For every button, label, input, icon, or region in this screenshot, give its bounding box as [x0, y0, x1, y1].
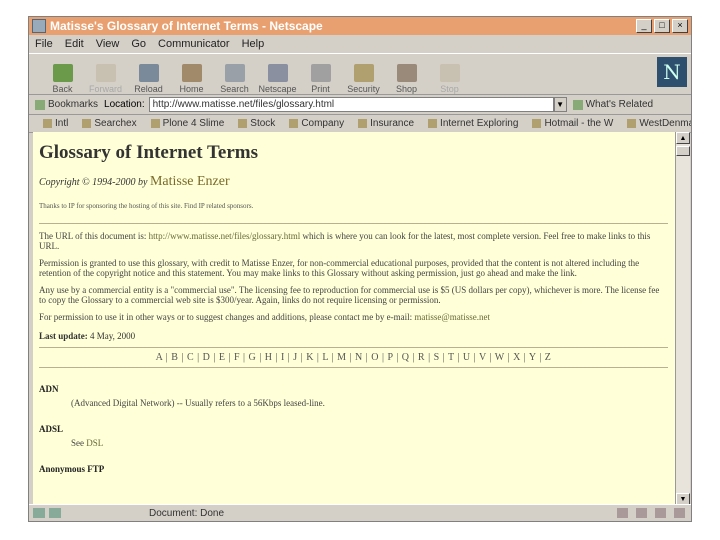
stop-button[interactable]: Stop [428, 64, 471, 94]
commercial-use-paragraph: Any use by a commercial entity is a "com… [39, 285, 660, 305]
page-content: Glossary of Internet Terms Copyright © 1… [33, 132, 676, 505]
netscape-button[interactable]: Netscape [256, 64, 299, 94]
navigation-toolbar: Back Forward Reload Home Search Netscape Print… [29, 53, 691, 95]
menu-view[interactable]: View [96, 38, 120, 50]
personal-bookmark-item[interactable]: Company [289, 118, 344, 129]
home-icon [181, 64, 202, 82]
reload-button[interactable]: Reload [127, 64, 170, 94]
term-anonymous-ftp: Anonymous FTP [39, 464, 105, 474]
divider [39, 367, 668, 368]
related-icon [572, 99, 583, 110]
sponsor-note: Thanks to IP for sponsoring the hosting … [39, 202, 254, 210]
bookmark-icon [428, 119, 438, 128]
url-dropdown-button[interactable]: ▼ [553, 97, 567, 112]
security-button[interactable]: Security [342, 64, 385, 94]
bookmark-icon [82, 119, 92, 128]
back-icon [52, 64, 73, 82]
bookmark-icon [43, 119, 52, 128]
forward-button[interactable]: Forward [84, 64, 127, 94]
minimize-button[interactable]: _ [636, 19, 652, 33]
reload-icon [138, 64, 159, 82]
bookmarks-icon [35, 99, 45, 110]
shop-icon [396, 64, 417, 82]
personal-bookmark-item[interactable]: Plone 4 Slime [150, 118, 224, 129]
location-bar: Bookmarks Location: http://www.matisse.n… [29, 95, 691, 115]
security-lock-icon[interactable] [33, 508, 45, 518]
menu-communicator[interactable]: Communicator [158, 38, 230, 50]
netscape-icon [267, 64, 288, 82]
browser-window: Matisse's Glossary of Internet Terms - N… [28, 16, 692, 522]
bookmark-icon [358, 119, 368, 128]
vertical-scrollbar[interactable]: ▲ ▼ [675, 132, 690, 505]
term-adsl: ADSL [39, 424, 64, 434]
netscape-logo[interactable]: N [657, 57, 687, 87]
email-link[interactable]: matisse@matisse.net [414, 312, 490, 322]
dsl-link[interactable]: DSL [86, 438, 103, 448]
menu-edit[interactable]: Edit [65, 38, 84, 50]
personal-toolbar: Intl Searchex Plone 4 Slime Stock Company Ins… [29, 115, 691, 133]
stop-icon [439, 64, 460, 82]
menu-go[interactable]: Go [131, 38, 146, 50]
personal-bookmark-item[interactable]: Searchex [82, 118, 137, 129]
search-button[interactable]: Search [213, 64, 256, 94]
personal-bookmark-item[interactable]: Hotmail - the W [532, 118, 613, 129]
url-input[interactable]: http://www.matisse.net/files/glossary.ht… [148, 97, 554, 112]
scroll-thumb[interactable] [676, 146, 690, 156]
personal-bookmark-item[interactable]: Intl [43, 118, 68, 129]
copyright-line: Copyright © 1994-2000 by Matisse Enzer [39, 174, 230, 189]
whats-related-button[interactable]: What's Related [572, 99, 653, 110]
menu-bar: File Edit View Go Communicator Help [29, 35, 691, 53]
bookmark-icon [238, 119, 248, 128]
print-icon [310, 64, 331, 82]
personal-bookmark-item[interactable]: Insurance [358, 118, 414, 129]
back-button[interactable]: Back [41, 64, 84, 94]
window-title: Matisse's Glossary of Internet Terms - N… [50, 19, 323, 33]
bookmark-icon [289, 119, 299, 128]
divider [39, 347, 668, 348]
permission-paragraph: Permission is granted to use this glossa… [39, 258, 640, 278]
personal-bookmark-item[interactable]: Stock [238, 118, 275, 129]
bookmark-icon [532, 119, 542, 128]
personal-bookmark-item[interactable]: WestDenmark [627, 118, 691, 129]
contact-paragraph: For permission to use it in other ways o… [39, 312, 490, 322]
component-bar [609, 508, 685, 518]
personal-bookmark-item[interactable]: Internet Exploring [428, 118, 518, 129]
term-adn: ADN [39, 384, 59, 394]
author-link[interactable]: Matisse Enzer [150, 174, 230, 189]
glossary-url-link[interactable]: http://www.matisse.net/files/glossary.ht… [149, 231, 301, 241]
security-icon [353, 64, 374, 82]
close-button[interactable]: × [672, 19, 688, 33]
definition-adn: (Advanced Digital Network) -- Usually re… [71, 398, 325, 408]
forward-icon [95, 64, 116, 82]
definition-adsl: See DSL [71, 438, 104, 448]
scroll-up-button[interactable]: ▲ [676, 132, 690, 144]
online-status-icon [49, 508, 61, 518]
maximize-button[interactable]: □ [654, 19, 670, 33]
status-text: Document: Done [149, 507, 225, 519]
url-paragraph: The URL of this document is: http://www.… [39, 231, 651, 251]
mail-icon[interactable] [636, 508, 647, 518]
bookmark-icon [627, 119, 637, 128]
bookmarks-button[interactable]: Bookmarks [35, 99, 98, 110]
menu-help[interactable]: Help [242, 38, 265, 50]
title-bar: Matisse's Glossary of Internet Terms - N… [29, 17, 691, 35]
navigator-icon[interactable] [617, 508, 628, 518]
bookmark-icon [150, 119, 160, 128]
last-update: Last update: 4 May, 2000 [39, 331, 136, 341]
alphabet-index[interactable]: A | B | C | D | E | F | G | H | I | J | … [39, 352, 668, 363]
status-bar: Document: Done [29, 504, 691, 521]
home-button[interactable]: Home [170, 64, 213, 94]
composer-icon[interactable] [674, 508, 685, 518]
netscape-window-icon [32, 19, 46, 33]
discussions-icon[interactable] [655, 508, 666, 518]
page-title: Glossary of Internet Terms [39, 142, 259, 163]
search-icon [224, 64, 245, 82]
shop-button[interactable]: Shop [385, 64, 428, 94]
divider [39, 223, 668, 224]
print-button[interactable]: Print [299, 64, 342, 94]
location-label: Location: [104, 99, 145, 110]
menu-file[interactable]: File [35, 38, 53, 50]
